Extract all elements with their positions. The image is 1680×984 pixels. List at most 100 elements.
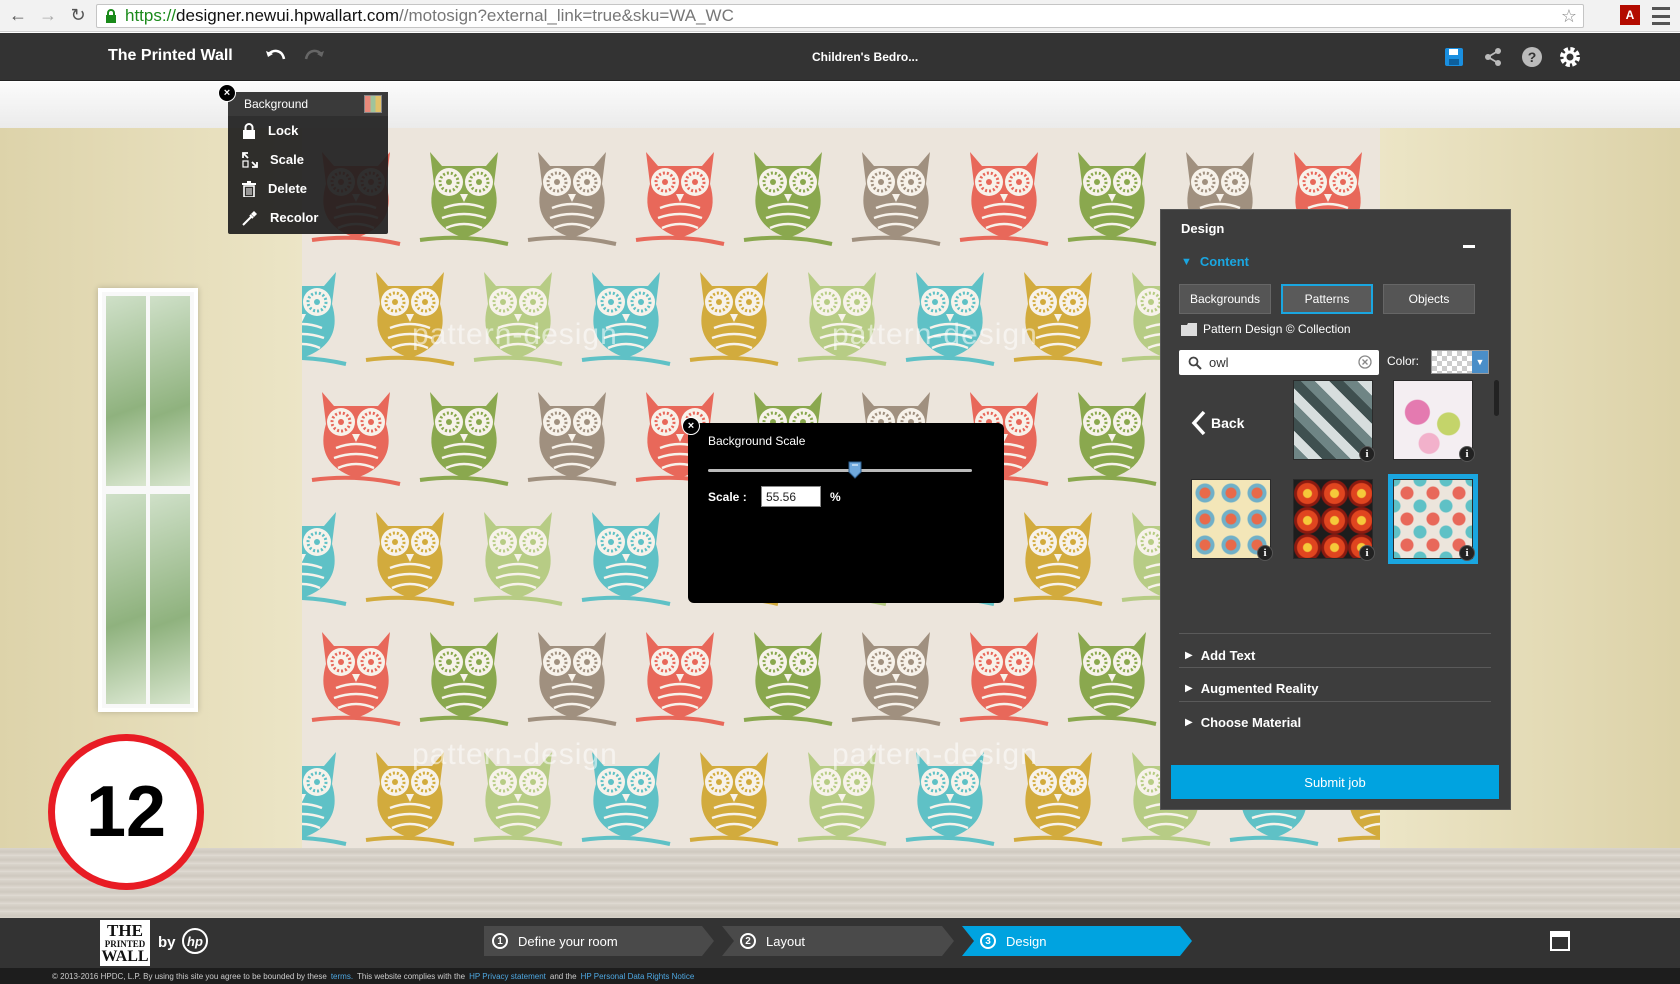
redo-icon[interactable] [302, 45, 326, 69]
owl-motif [635, 152, 725, 246]
background-swatch [364, 95, 382, 113]
pattern-watermark: pattern-design [832, 318, 1038, 351]
back-label: Back [1211, 415, 1245, 431]
accordion-augmented-reality[interactable]: ▶ Augmented Reality [1185, 681, 1318, 696]
bookmark-star-icon[interactable]: ☆ [1561, 6, 1577, 27]
save-icon[interactable] [1441, 44, 1467, 70]
owl-motif [302, 272, 347, 366]
help-icon[interactable]: ? [1519, 44, 1545, 70]
fullscreen-icon[interactable] [1550, 931, 1570, 951]
back-arrow-icon[interactable]: ← [6, 4, 30, 28]
trash-icon [242, 180, 256, 197]
folder-icon [1181, 322, 1197, 336]
privacy-statement-link[interactable]: HP Privacy statement [469, 972, 546, 981]
owl-motif [419, 152, 509, 246]
secure-lock-icon [106, 9, 116, 23]
color-filter-label: Color: [1387, 354, 1420, 368]
clear-search-icon[interactable] [1358, 355, 1372, 369]
accordion-add-text[interactable]: ▶ Add Text [1185, 648, 1255, 663]
chevron-left-icon [1191, 410, 1206, 436]
app-title: The Printed Wall [108, 47, 233, 64]
pattern-thumb-flower-circles[interactable]: i [1191, 479, 1273, 561]
collection-breadcrumb[interactable]: Pattern Design © Collection [1181, 322, 1351, 336]
owl-motif [743, 632, 833, 726]
context-menu-close-icon[interactable]: × [218, 84, 236, 102]
owl-motif [365, 512, 455, 606]
scale-dialog-close-icon[interactable]: × [682, 417, 700, 435]
menu-item-lock[interactable]: Lock [228, 116, 388, 145]
browser-menu-icon[interactable] [1652, 7, 1670, 25]
accordion-choose-material[interactable]: ▶ Choose Material [1185, 715, 1301, 730]
accordion-label: Add Text [1200, 648, 1256, 663]
url-scheme: https:// [125, 6, 177, 25]
minimize-icon[interactable] [1463, 245, 1475, 248]
owl-motif [311, 392, 401, 486]
terms-link[interactable]: terms. [331, 972, 353, 981]
tab-objects[interactable]: Objects [1383, 284, 1475, 314]
address-bar[interactable]: https:// designer.newui.hpwallart.com //… [96, 4, 1584, 28]
owl-motif [635, 632, 725, 726]
tab-patterns[interactable]: Patterns [1281, 284, 1373, 314]
step-define-room[interactable]: 1 Define your room [480, 926, 618, 956]
pdf-extension-icon[interactable]: A [1620, 5, 1640, 25]
share-icon[interactable] [1480, 44, 1506, 70]
pattern-thumb-owls-selected[interactable]: i [1388, 474, 1478, 564]
content-section-toggle[interactable]: ▼ Content [1181, 254, 1249, 269]
info-icon[interactable]: i [1359, 545, 1375, 561]
owl-motif [689, 272, 779, 366]
step-design[interactable]: 3 Design [968, 926, 1046, 956]
owl-motif [311, 632, 401, 726]
bottom-navigation: THE PRINTED WALL by hp 1 Define your roo… [0, 918, 1680, 968]
collapsed-triangle-icon: ▶ [1185, 683, 1193, 694]
footer-text: © 2013-2016 HPDC, L.P. By using this sit… [52, 971, 327, 981]
app-header: The Printed Wall Children's Bedro... ? [0, 33, 1680, 81]
color-filter-picker[interactable]: ▼ [1431, 350, 1489, 374]
scale-slider-thumb[interactable] [848, 461, 862, 479]
expanded-triangle-icon: ▼ [1181, 255, 1192, 268]
menu-item-scale[interactable]: Scale [228, 145, 388, 174]
tab-backgrounds[interactable]: Backgrounds [1179, 284, 1271, 314]
owl-motif [959, 152, 1049, 246]
owl-motif [851, 632, 941, 726]
forward-arrow-icon[interactable]: → [36, 4, 60, 28]
pattern-thumb-geometric[interactable]: i [1293, 380, 1375, 462]
pattern-thumb-red-dots[interactable]: i [1293, 479, 1375, 561]
background-context-menu: Background Lock Scale Delete Recolor [228, 92, 388, 234]
settings-gear-icon[interactable] [1557, 44, 1583, 70]
scale-value-input[interactable] [761, 486, 821, 507]
submit-job-button[interactable]: Submit job [1171, 765, 1499, 799]
info-icon[interactable]: i [1359, 446, 1375, 462]
menu-item-delete[interactable]: Delete [228, 174, 388, 203]
undo-icon[interactable] [264, 45, 288, 69]
info-icon[interactable]: i [1459, 545, 1475, 561]
pattern-thumb-pink-owls[interactable]: i [1393, 380, 1475, 462]
owl-motif [1067, 392, 1157, 486]
thumbnails-scrollbar[interactable] [1494, 380, 1499, 416]
info-icon[interactable]: i [1257, 545, 1273, 561]
legal-footer: © 2013-2016 HPDC, L.P. By using this sit… [0, 968, 1680, 984]
context-menu-title: Background [244, 97, 309, 111]
project-name[interactable]: Children's Bedro... [812, 50, 918, 64]
lock-icon [243, 122, 255, 139]
step-number-badge: 12 [48, 734, 204, 890]
info-icon[interactable]: i [1459, 446, 1475, 462]
reload-icon[interactable]: ↻ [66, 4, 90, 28]
chevron-down-icon[interactable]: ▼ [1472, 351, 1488, 373]
url-host: designer.newui.hpwallart.com [176, 6, 400, 25]
divider [1179, 701, 1491, 702]
scale-dialog-title: Background Scale [708, 434, 806, 448]
context-menu-header: Background [228, 92, 388, 116]
data-rights-link[interactable]: HP Personal Data Rights Notice [581, 972, 695, 981]
divider [1179, 633, 1491, 634]
scale-slider-track[interactable] [708, 469, 972, 472]
search-icon [1188, 356, 1202, 370]
step-layout[interactable]: 2 Layout [728, 926, 805, 956]
footer-text: and the [549, 971, 577, 981]
menu-item-recolor[interactable]: Recolor [228, 203, 388, 232]
collapsed-triangle-icon: ▶ [1185, 717, 1193, 728]
owl-motif [581, 512, 671, 606]
owl-motif [527, 152, 617, 246]
back-button[interactable]: Back [1191, 410, 1244, 436]
search-input[interactable] [1209, 353, 1339, 371]
step-number: 1 [492, 933, 508, 949]
